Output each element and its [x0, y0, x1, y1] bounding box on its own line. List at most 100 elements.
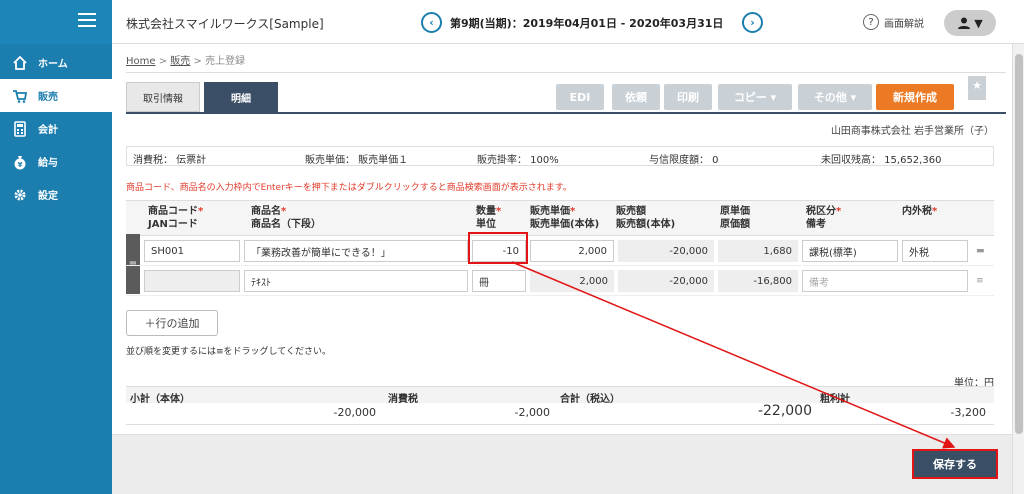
col-taxinc: 内外税: [902, 206, 932, 217]
cart-icon: [12, 88, 28, 104]
next-period-button[interactable]: ›: [742, 12, 763, 33]
jan-input[interactable]: [144, 270, 240, 292]
cost2-value: -16,800: [718, 270, 798, 292]
drag-note: 並び順を変更するには≡をドラッグしてください。: [126, 347, 332, 357]
col-price2: 販売単価(本体): [530, 219, 600, 230]
name-input[interactable]: 「業務改善が簡単にできる！」: [244, 240, 468, 262]
scrollbar[interactable]: [1012, 44, 1024, 494]
copy-dropdown-button[interactable]: コピー ▾: [718, 84, 792, 110]
required-mark: *: [932, 206, 938, 217]
sidebar-item-label: 会計: [38, 125, 58, 136]
subtotal-value: -20,000: [333, 406, 376, 419]
caret-down-icon: ▼: [974, 16, 983, 30]
divider: [126, 72, 1006, 73]
user-icon: [958, 17, 971, 29]
memo-input[interactable]: 備考: [802, 270, 968, 292]
total-value: -22,000: [757, 403, 812, 419]
info-credit: 与信限度額： 0: [649, 155, 719, 166]
comment-icon[interactable]: ▬: [976, 246, 985, 256]
code-input[interactable]: SH001: [144, 240, 240, 262]
taxinc-select[interactable]: 外税: [902, 240, 968, 262]
top-header: 株式会社スマイルワークス[Sample] ‹ 第9期(当期)：2019年04月0…: [112, 0, 1024, 44]
unit-input[interactable]: 冊: [472, 270, 526, 292]
sidebar-item-settings[interactable]: 設定: [0, 178, 112, 211]
client-name: 山田商事株式会社 岩手営業所（子）: [830, 126, 994, 137]
help-label: 画面解説: [884, 18, 924, 30]
required-mark: *: [570, 206, 576, 217]
save-button[interactable]: 保存する: [912, 449, 998, 479]
amount2-value: -20,000: [618, 270, 714, 292]
required-mark: *: [836, 206, 842, 217]
breadcrumb-separator: >: [193, 56, 202, 67]
menu-lines-icon[interactable]: ≡: [976, 276, 984, 286]
print-button[interactable]: 印刷: [664, 84, 712, 110]
required-mark: *: [198, 206, 204, 217]
required-mark: *: [496, 206, 502, 217]
new-button[interactable]: 新規作成: [876, 84, 954, 110]
info-tax: 消費税： 伝票計: [133, 155, 207, 166]
table-row: SH001 「業務改善が簡単にできる！」 -10 2,000 -20,000 1…: [126, 236, 994, 266]
totals-table: 小計（本体） 消費税 合計（税込） 粗利計 -20,000 -2,000 -22…: [126, 386, 994, 425]
col-name: 商品名: [251, 206, 281, 217]
info-unit-price: 販売単価： 販売単価１: [305, 155, 409, 166]
fiscal-period: 第9期(当期)：2019年04月01日 - 2020年03月31日: [450, 17, 724, 30]
sidebar-top: [0, 0, 112, 44]
calculator-icon: [12, 120, 28, 137]
sidebar-item-label: 設定: [38, 191, 58, 202]
prev-period-button[interactable]: ‹: [421, 12, 442, 33]
bookmark-star-icon[interactable]: ★: [968, 76, 986, 100]
col-cost: 原単価: [720, 206, 750, 217]
col-code: 商品コード: [148, 206, 198, 217]
help-link[interactable]: ? 画面解説: [863, 14, 924, 30]
gear-icon: [12, 187, 28, 203]
chevron-left-icon: ‹: [429, 16, 434, 29]
highlight-box: [468, 232, 528, 264]
col-jan: JANコード: [148, 219, 198, 230]
breadcrumb-sales[interactable]: 販売: [170, 56, 190, 67]
home-icon: [12, 55, 28, 71]
hamburger-menu-icon[interactable]: [78, 13, 96, 27]
col-memo: 備考: [806, 219, 826, 230]
tab-underline: [126, 112, 1006, 114]
price2-value: 2,000: [530, 270, 614, 292]
question-icon: ?: [863, 14, 879, 30]
gross-value: -3,200: [950, 406, 986, 419]
col-price: 販売単価: [530, 206, 570, 217]
sidebar-item-payroll[interactable]: ¥ 給与: [0, 145, 112, 178]
scrollbar-thumb[interactable]: [1015, 54, 1023, 434]
cost-value: 1,680: [718, 240, 798, 262]
breadcrumb-home[interactable]: Home: [126, 56, 156, 67]
request-button[interactable]: 依頼: [612, 84, 660, 110]
price-input[interactable]: 2,000: [530, 240, 614, 262]
totals-values: -20,000 -2,000 -22,000 -3,200: [126, 403, 994, 425]
edi-button[interactable]: EDI: [556, 84, 604, 110]
user-menu-button[interactable]: ▼: [944, 10, 996, 36]
breadcrumb: Home > 販売 > 売上登録: [126, 52, 245, 67]
col-qty: 数量: [476, 206, 496, 217]
add-row-button[interactable]: ＋行の追加: [126, 310, 218, 336]
company-name: 株式会社スマイルワークス[Sample]: [126, 17, 324, 31]
taxcat-select[interactable]: 課税(標準): [802, 240, 898, 262]
col-unit: 単位: [476, 219, 496, 230]
tax-value: -2,000: [514, 406, 550, 419]
sidebar-item-label: 販売: [38, 92, 58, 103]
table-row: ﾃｷｽﾄ 冊 2,000 -20,000 -16,800 備考 ≡: [126, 266, 994, 296]
sidebar-item-accounting[interactable]: 会計: [0, 112, 112, 145]
tab-transaction-info[interactable]: 取引情報: [126, 82, 200, 112]
sidebar-item-home[interactable]: ホーム: [0, 46, 112, 79]
info-rate: 販売掛率： 100%: [477, 155, 559, 166]
sidebar-item-label: 給与: [38, 158, 58, 169]
footer-bar: 保存する: [112, 434, 1012, 494]
input-notice: 商品コード、商品名の入力枠内でEnterキーを押下またはダブルクリックすると商品…: [126, 183, 572, 193]
col-taxcat: 税区分: [806, 206, 836, 217]
tab-details[interactable]: 明細: [204, 82, 278, 112]
required-mark: *: [281, 206, 287, 217]
name2-input[interactable]: ﾃｷｽﾄ: [244, 270, 468, 292]
col-cost2: 原価額: [720, 219, 750, 230]
other-dropdown-button[interactable]: その他 ▾: [798, 84, 872, 110]
money-bag-icon: ¥: [12, 154, 28, 170]
sidebar-item-sales[interactable]: 販売: [0, 79, 112, 112]
breadcrumb-current: 売上登録: [205, 56, 246, 67]
amount-value: -20,000: [618, 240, 714, 262]
col-amount: 販売額: [616, 206, 646, 217]
